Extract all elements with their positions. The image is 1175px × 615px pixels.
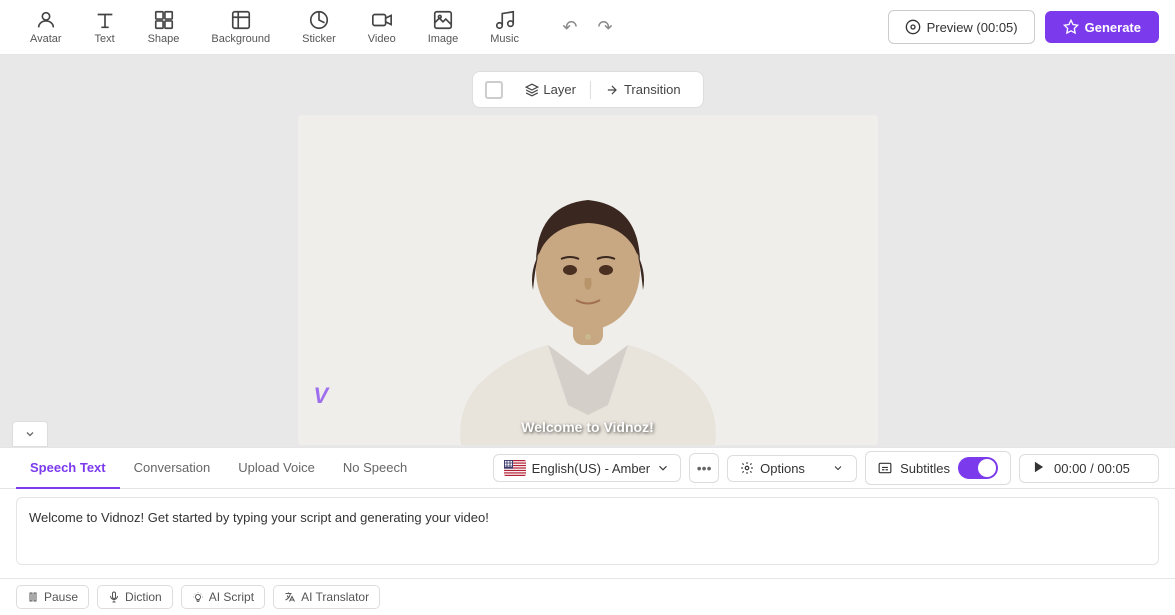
layer-bar: Layer Transition [471,71,703,108]
speech-tabs-row: Speech Text Conversation Upload Voice No… [0,448,1175,489]
options-icon [740,461,754,475]
tab-no-speech[interactable]: No Speech [329,448,421,489]
script-area [0,489,1175,578]
bottom-panel: Speech Text Conversation Upload Voice No… [0,447,1175,615]
tool-video[interactable]: Video [354,3,410,51]
tool-image[interactable]: Image [414,3,473,51]
options-button[interactable]: Options [727,455,857,482]
tool-sticker[interactable]: Sticker [288,3,350,51]
generate-icon [1063,19,1079,35]
avatar-svg [298,115,878,445]
tool-avatar[interactable]: Avatar [16,3,76,51]
caption-overlay: Welcome to Vidnoz! [521,419,654,435]
toggle-knob [978,459,996,477]
video-canvas: V Welcome to Vidnoz! [298,115,878,445]
transition-button[interactable]: Transition [595,78,691,101]
ai-script-button[interactable]: AI Script [181,585,265,609]
preview-button[interactable]: Preview (00:05) [888,10,1035,44]
layer-icon [524,83,538,97]
ai-translator-button[interactable]: AI Translator [273,585,380,609]
main-toolbar: Avatar Text Shape Background [0,0,1175,55]
subtitles-control: Subtitles [865,451,1011,485]
generate-button[interactable]: Generate [1045,11,1159,43]
layer-divider [590,81,591,99]
options-chevron-icon [832,462,844,474]
pause-button[interactable]: Pause [16,585,89,609]
tab-conversation[interactable]: Conversation [120,448,225,489]
toolbar-actions: Preview (00:05) Generate [888,10,1159,44]
voice-selector[interactable]: English(US) - Amber [493,454,681,482]
tool-background[interactable]: Background [197,3,284,51]
undo-redo-controls: ↶ ↷ [556,11,618,44]
tool-items: Avatar Text Shape Background [16,3,880,51]
tool-text[interactable]: Text [80,3,130,51]
tool-music[interactable]: Music [476,3,533,51]
layer-checkbox[interactable] [484,81,502,99]
voice-more-button[interactable]: ••• [689,453,719,483]
subtitles-icon [878,461,892,475]
collapse-button[interactable] [12,421,48,447]
play-icon [1032,460,1046,474]
chevron-down-icon [24,428,36,440]
tab-upload-voice[interactable]: Upload Voice [224,448,329,489]
undo-button[interactable]: ↶ [556,11,583,44]
tool-shape[interactable]: Shape [134,3,194,51]
transition-icon [605,83,619,97]
layer-button[interactable]: Layer [514,78,586,101]
tab-speech-text[interactable]: Speech Text [16,448,120,489]
ai-translator-icon [284,591,296,603]
pause-icon [27,591,39,603]
canvas-area: Layer Transition [0,55,1175,447]
diction-button[interactable]: Diction [97,585,173,609]
redo-button[interactable]: ↷ [592,11,619,44]
voice-chevron-icon [656,461,670,475]
script-textarea[interactable] [16,497,1159,565]
subtitles-toggle[interactable] [958,457,998,479]
preview-icon [905,19,921,35]
bottom-toolbar: Pause Diction AI Script AI Translator [0,578,1175,615]
play-button[interactable] [1032,460,1046,477]
ai-script-icon [192,591,204,603]
playback-control: 00:00 / 00:05 [1019,454,1159,483]
watermark: V [314,383,329,409]
voice-controls: English(US) - Amber ••• Options [493,451,1159,485]
diction-icon [108,591,120,603]
us-flag-icon [504,460,526,476]
